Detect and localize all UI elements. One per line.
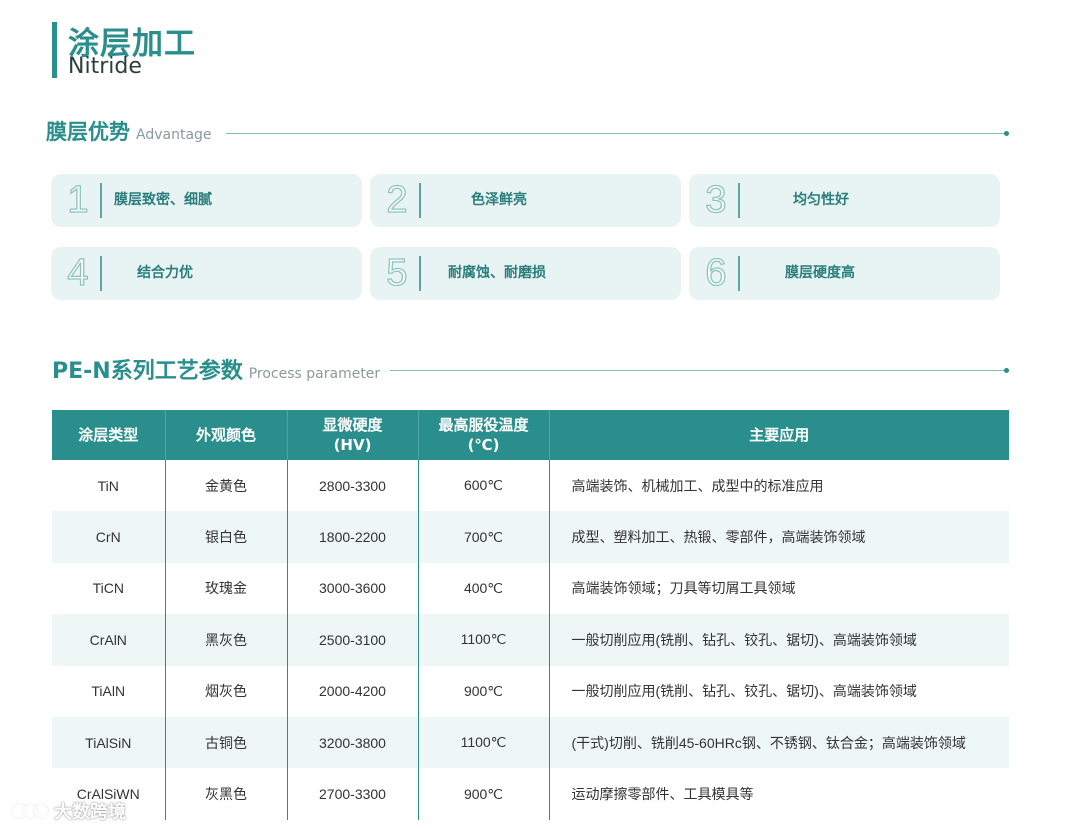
cell-color: 灰黑色 [164,768,287,820]
cell-hardness: 2800-3300 [286,460,418,512]
table-row: CrN 银白色 1800-2200 700℃ 成型、塑料加工、热锻、零部件，高端… [52,511,1009,563]
advantage-card-3: 3 均匀性好 [689,174,1000,227]
cell-temperature: 1100℃ [417,716,549,769]
advantage-text: 膜层致密、细腻 [114,192,212,208]
advantage-number: 3 [705,178,727,221]
cell-temperature: 900℃ [417,768,549,820]
cell-application: 一般切削应用(铣削、钻孔、铰孔、锯切)、高端装饰领域 [548,665,1009,717]
advantage-card-4: 4 结合力优 [51,247,362,300]
advantage-number: 2 [386,178,408,221]
cell-application: 高端装饰、机械加工、成型中的标准应用 [548,460,1009,512]
advantage-separator [419,183,421,218]
cell-hardness: 1800-2200 [286,511,418,563]
advantage-card-6: 6 膜层硬度高 [689,247,1000,300]
advantage-number: 5 [386,251,408,294]
table-row: TiAlSiN 古铜色 3200-3800 1100℃ (干式)切削、铣削45-… [52,716,1009,769]
cell-hardness: 2500-3100 [286,614,418,666]
cell-temperature: 700℃ [417,511,549,563]
column-header-hardness: 显微硬度 (HV) [286,410,418,460]
cell-type: CrN [52,511,165,563]
cell-application: 一般切削应用(铣削、钻孔、铰孔、锯切)、高端装饰领域 [548,614,1009,666]
advantage-text: 色泽鲜亮 [471,192,527,208]
cell-color: 烟灰色 [164,665,287,717]
cell-temperature: 900℃ [417,665,549,717]
advantage-divider-dot [1004,131,1009,136]
advantage-card-1: 1 膜层致密、细腻 [51,174,362,227]
cell-temperature: 1100℃ [417,614,549,666]
process-heading: PE-N系列工艺参数 Process parameter [52,355,380,385]
advantage-separator [100,183,102,218]
cell-color: 金黄色 [164,460,287,512]
advantage-text: 均匀性好 [793,192,849,208]
advantage-separator [738,183,740,218]
process-title-en: Process parameter [248,366,381,382]
advantage-text: 耐腐蚀、耐磨损 [448,265,546,281]
table-row: CrAlSiWN 灰黑色 2700-3300 900℃ 运动摩擦零部件、工具模具… [52,768,1009,820]
advantage-number: 4 [67,251,89,294]
cell-application: 高端装饰领域；刀具等切屑工具领域 [548,562,1009,615]
cell-hardness: 3200-3800 [286,716,418,769]
advantage-card-2: 2 色泽鲜亮 [370,174,681,227]
watermark-text: 大数跨境 [54,802,126,823]
cell-type: TiAlSiN [52,716,165,769]
process-parameter-table: 涂层类型 外观颜色 显微硬度 (HV) 最高服役温度 (℃) 主要应用 TiN 金黄… [52,410,1009,820]
column-header-color: 外观颜色 [164,410,287,460]
cell-color: 银白色 [164,511,287,563]
advantage-text: 膜层硬度高 [785,265,855,281]
temperature-header-line2: (℃) [467,436,500,454]
advantage-text: 结合力优 [137,265,193,281]
table-row: TiN 金黄色 2800-3300 600℃ 高端装饰、机械加工、成型中的标准应… [52,460,1009,512]
advantage-separator [100,256,102,291]
advantage-title-en: Advantage [136,127,212,143]
hardness-header-line2: (HV) [333,436,372,454]
advantage-title-cn: 膜层优势 [46,120,130,144]
table-row: CrAlN 黑灰色 2500-3100 1100℃ 一般切削应用(铣削、钻孔、铰… [52,614,1009,666]
process-divider [390,370,1006,371]
table-header-row: 涂层类型 外观颜色 显微硬度 (HV) 最高服役温度 (℃) 主要应用 [52,410,1009,460]
cell-type: TiCN [92,580,124,597]
advantage-number: 1 [67,178,89,221]
page-subtitle: Nitride [68,54,142,79]
table-row: TiAlN 烟灰色 2000-4200 900℃ 一般切削应用(铣削、钻孔、铰孔… [52,665,1009,717]
cell-color: 古铜色 [164,716,287,769]
column-header-temperature: 最高服役温度 (℃) [417,410,549,460]
advantage-card-5: 5 耐腐蚀、耐磨损 [370,247,681,300]
temperature-header-line1: 最高服役温度 [438,416,529,434]
cell-application: (干式)切削、铣削45-60HRc钢、不锈钢、钛合金；高端装饰领域 [548,716,1009,769]
column-header-type: 涂层类型 [52,410,165,460]
cell-type: TiN [97,477,119,494]
cell-type: TiAlN [91,683,126,700]
process-divider-dot [1004,368,1009,373]
cell-temperature: 400℃ [417,562,549,615]
cell-application: 成型、塑料加工、热锻、零部件，高端装饰领域 [548,511,1009,563]
table-row: TiCN 玫瑰金 3000-3600 400℃ 高端装饰领域；刀具等切屑工具领域 [52,562,1009,615]
column-header-application: 主要应用 [548,410,1009,460]
process-title-cn: PE-N系列工艺参数 [52,359,243,384]
title-accent-bar [52,22,57,78]
cell-hardness: 3000-3600 [286,562,418,615]
hardness-header-line1: 显微硬度 [322,416,383,434]
cell-temperature: 600℃ [417,460,549,512]
cell-hardness: 2000-4200 [286,665,418,717]
advantage-divider [226,133,1006,134]
cell-color: 玫瑰金 [164,562,287,615]
watermark: 大数跨境 [12,798,126,824]
advantage-separator [738,256,740,291]
advantage-heading: 膜层优势 Advantage [46,116,212,146]
cell-application: 运动摩擦零部件、工具模具等 [548,768,1009,820]
watermark-logo-icon [12,802,48,820]
advantage-number: 6 [705,251,727,294]
cell-hardness: 2700-3300 [286,768,418,820]
cell-color: 黑灰色 [164,614,287,666]
advantage-separator [419,256,421,291]
cell-type: CrAlN [52,614,165,666]
